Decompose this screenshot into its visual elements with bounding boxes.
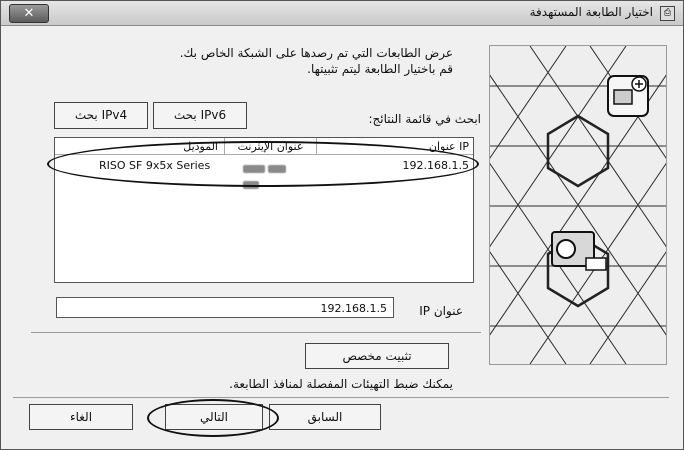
- custom-install-button[interactable]: تثبيت مخصص: [305, 343, 449, 369]
- printer-wizard-icon: [607, 75, 649, 117]
- description-line-2: قم باختيار الطابعة ليتم تثبيتها.: [307, 62, 453, 76]
- search-ipv6-button[interactable]: بحث IPv6: [153, 102, 247, 129]
- highlight-oval-next: [147, 399, 279, 437]
- divider: [31, 332, 481, 333]
- highlight-oval-row: [47, 141, 479, 187]
- installer-window: ✕ اختيار الطابعة المستهدفة ⎙ عرض الطابعا…: [0, 0, 684, 450]
- window-title: اختيار الطابعة المستهدفة: [529, 5, 653, 19]
- search-results-label: ابحث في قائمة النتائج:: [368, 112, 481, 126]
- custom-install-hint: يمكنك ضبط التهيئات المفصلة لمنافذ الطابع…: [229, 377, 453, 391]
- cancel-button[interactable]: الغاء: [29, 404, 133, 430]
- close-button[interactable]: ✕: [9, 4, 49, 23]
- ip-address-input[interactable]: 192.168.1.5: [56, 297, 394, 318]
- side-illustration: [489, 45, 667, 365]
- ip-address-label: عنوان IP: [419, 304, 463, 318]
- title-bar: ✕ اختيار الطابعة المستهدفة ⎙: [1, 1, 683, 26]
- description-text: عرض الطابعات التي تم رصدها على الشبكة ال…: [33, 45, 453, 77]
- description-line-1: عرض الطابعات التي تم رصدها على الشبكة ال…: [179, 46, 453, 60]
- search-ipv4-button[interactable]: بحث IPv4: [54, 102, 148, 129]
- hexagon-pattern-graphic: [490, 46, 666, 364]
- footer-divider: [13, 397, 669, 398]
- back-button[interactable]: السابق: [269, 404, 381, 430]
- close-icon: ✕: [23, 6, 35, 21]
- printer-app-icon: ⎙: [660, 6, 675, 21]
